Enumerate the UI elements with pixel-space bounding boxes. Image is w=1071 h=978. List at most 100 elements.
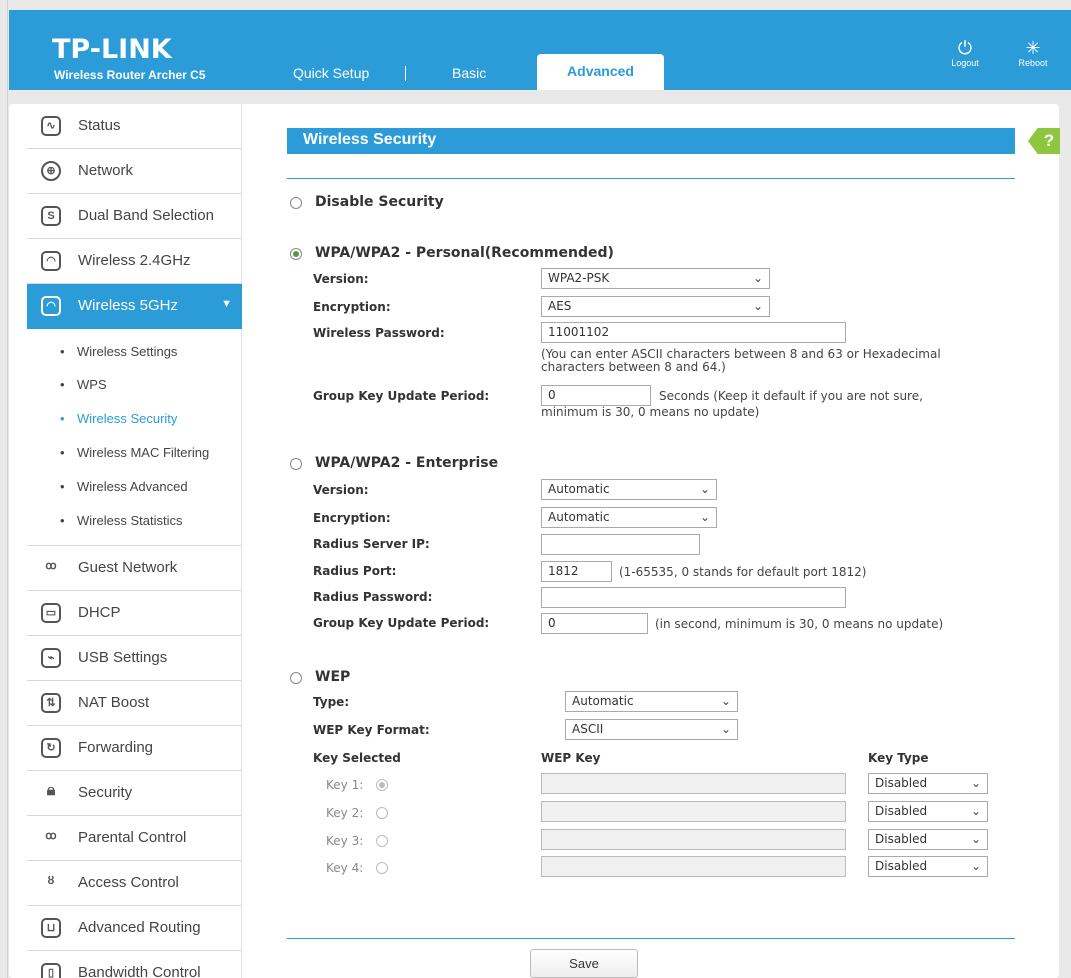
key-4-radio[interactable] — [376, 862, 388, 874]
radio-wep[interactable] — [290, 672, 302, 684]
tab-separator — [405, 66, 406, 81]
key-4-type-select[interactable]: Disabled ⌄ — [868, 856, 988, 877]
key-4-input[interactable] — [541, 856, 846, 877]
radio-disable-security[interactable] — [290, 197, 302, 209]
key-3-type-select[interactable]: Disabled ⌄ — [868, 829, 988, 850]
submenu-label: WPS — [77, 377, 107, 392]
key-2-input[interactable] — [541, 801, 846, 822]
pulse-icon: ∿ — [41, 116, 61, 136]
tab-advanced[interactable]: Advanced — [537, 54, 664, 90]
sidebar-item-label: Wireless 2.4GHz — [78, 252, 191, 269]
personal-gkup-hint-1: Seconds (Keep it default if you are not … — [659, 389, 923, 403]
radius-ip-label: Radius Server IP: — [313, 537, 430, 551]
reboot-label: Reboot — [1018, 58, 1048, 68]
radius-port-input[interactable]: 1812 — [541, 561, 612, 582]
radius-password-input[interactable] — [541, 587, 846, 608]
submenu-wireless-settings[interactable]: • Wireless Settings — [27, 335, 242, 369]
personal-encryption-select[interactable]: AES ⌄ — [541, 296, 770, 317]
submenu-mac-filtering[interactable]: • Wireless MAC Filtering — [27, 436, 242, 470]
radio-wpa-enterprise[interactable] — [290, 458, 302, 470]
page-title-bar: Wireless Security — [287, 128, 1015, 154]
sidebar-item-label: DHCP — [78, 604, 121, 621]
personal-version-select[interactable]: WPA2-PSK ⌄ — [541, 268, 770, 289]
sidebar-item-label: Parental Control — [78, 829, 187, 846]
chevron-down-icon: ⌄ — [752, 271, 763, 285]
usb-icon: ⌁ — [41, 648, 61, 668]
chevron-down-icon: ▼ — [221, 298, 232, 310]
enterprise-encryption-label: Encryption: — [313, 511, 391, 525]
sidebar-item-advanced-routing[interactable]: ⊔ Advanced Routing — [27, 906, 242, 951]
key-2-type-select[interactable]: Disabled ⌄ — [868, 801, 988, 822]
logout-button[interactable]: ⏻ Logout — [945, 38, 985, 68]
enterprise-version-select[interactable]: Automatic ⌄ — [541, 479, 717, 500]
globe-icon: ⊕ — [41, 161, 61, 181]
sidebar-item-guest-network[interactable]: ꝏ Guest Network — [27, 546, 242, 591]
submenu-label: Wireless Advanced — [77, 479, 188, 494]
sidebar-item-bandwidth-control[interactable]: ▯ Bandwidth Control — [27, 951, 242, 978]
sidebar-item-status[interactable]: ∿ Status — [27, 104, 242, 149]
chevron-down-icon: ⌄ — [970, 776, 981, 790]
sidebar-item-nat-boost[interactable]: ⇅ NAT Boost — [27, 681, 242, 726]
key-2-radio[interactable] — [376, 807, 388, 819]
tab-quick-setup[interactable]: Quick Setup — [293, 56, 369, 90]
key-3-label: Key 3: — [326, 834, 364, 848]
key-1-input[interactable] — [541, 773, 846, 794]
bullet-icon: • — [60, 513, 65, 528]
sidebar-item-label: Access Control — [78, 874, 179, 891]
enterprise-encryption-select[interactable]: Automatic ⌄ — [541, 507, 717, 528]
chevron-down-icon: ⌄ — [970, 832, 981, 846]
submenu-wireless-advanced[interactable]: • Wireless Advanced — [27, 470, 242, 504]
sidebar-item-forwarding[interactable]: ↻ Forwarding — [27, 726, 242, 771]
wifi-icon: ◠ — [41, 251, 61, 271]
radio-wpa-personal[interactable] — [290, 248, 302, 260]
select-value: Automatic — [572, 694, 634, 708]
chevron-down-icon: ⌄ — [720, 694, 731, 708]
submenu-wireless-statistics[interactable]: • Wireless Statistics — [27, 504, 242, 538]
col-key-type: Key Type — [868, 751, 929, 765]
sidebar-item-wireless-24[interactable]: ◠ Wireless 2.4GHz — [27, 239, 242, 284]
sidebar-item-security[interactable]: 🔒︎ Security — [27, 771, 242, 816]
col-key-selected: Key Selected — [313, 751, 401, 765]
key-3-input[interactable] — [541, 829, 846, 850]
user-lock-icon: ȣ — [47, 875, 55, 887]
sidebar-item-dhcp[interactable]: ▭ DHCP — [27, 591, 242, 636]
submenu-label: Wireless MAC Filtering — [77, 445, 210, 460]
chevron-down-icon: ⌄ — [970, 859, 981, 873]
wep-type-select[interactable]: Automatic ⌄ — [565, 691, 738, 712]
select-value: AES — [548, 299, 572, 313]
brand-logo: TP-LINK — [52, 34, 172, 65]
sidebar-item-usb[interactable]: ⌁ USB Settings — [27, 636, 242, 681]
chevron-down-icon: ⌄ — [720, 722, 731, 736]
wep-format-select[interactable]: ASCII ⌄ — [565, 719, 738, 740]
submenu-label: Wireless Security — [77, 411, 178, 426]
wep-type-label: Type: — [313, 695, 350, 709]
password-hint: (You can enter ASCII characters between … — [541, 347, 941, 374]
sidebar-item-parental-control[interactable]: ꝏ Parental Control — [27, 816, 242, 861]
key-3-radio[interactable] — [376, 835, 388, 847]
disable-security-label: Disable Security — [315, 194, 444, 210]
key-1-radio[interactable] — [376, 779, 388, 791]
personal-gkup-input[interactable]: 0 — [541, 385, 651, 406]
page-title: Wireless Security — [303, 131, 437, 148]
submenu-wps[interactable]: • WPS — [27, 368, 242, 402]
save-button[interactable]: Save — [530, 949, 638, 978]
bullet-icon: • — [60, 344, 65, 359]
sidebar-item-label: USB Settings — [78, 649, 168, 666]
sidebar-item-access-control[interactable]: ȣ Access Control — [27, 861, 242, 906]
window-edge-line — [7, 0, 8, 978]
reboot-button[interactable]: ✳ Reboot — [1013, 38, 1053, 68]
bullet-icon: • — [60, 479, 65, 494]
wireless-password-input[interactable]: 11001102 — [541, 322, 846, 343]
sidebar-item-network[interactable]: ⊕ Network — [27, 149, 242, 194]
enterprise-gkup-input[interactable]: 0 — [541, 613, 648, 634]
personal-gkup-label: Group Key Update Period: — [313, 389, 490, 403]
key-1-type-select[interactable]: Disabled ⌄ — [868, 773, 988, 794]
radius-ip-input[interactable] — [541, 534, 700, 555]
sidebar-item-dual-band[interactable]: S Dual Band Selection — [27, 194, 242, 239]
submenu-wireless-security[interactable]: • Wireless Security — [27, 402, 242, 436]
sidebar-item-wireless-5[interactable]: ◠ Wireless 5GHz ▼ — [27, 284, 242, 329]
wifi-icon: ◠ — [41, 296, 61, 316]
select-value: Disabled — [875, 776, 928, 790]
family-icon: ꝏ — [45, 830, 57, 842]
tab-basic[interactable]: Basic — [452, 56, 486, 90]
